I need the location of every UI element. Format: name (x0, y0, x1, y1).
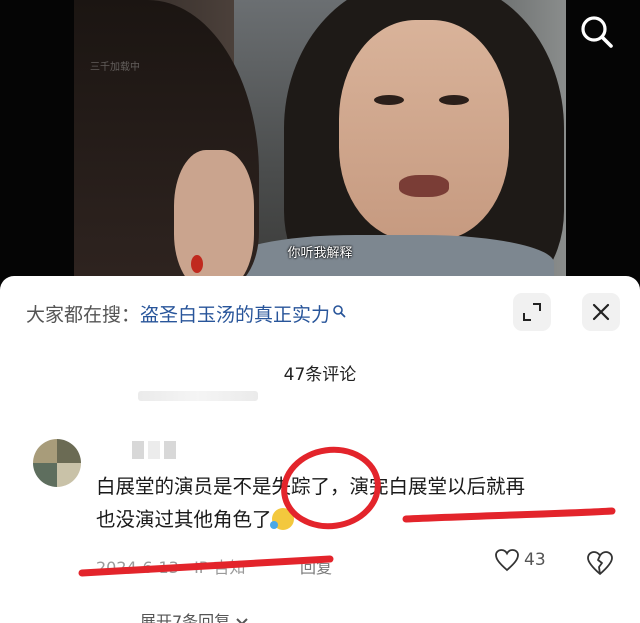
search-suggestion[interactable]: 大家都在搜： 盗圣白玉汤的真正实力 (26, 300, 346, 327)
comment-count: 47条评论 (283, 365, 357, 385)
comment-line-1: 白展堂的演员是不是失踪了，演完白展堂以后就再 (96, 475, 526, 498)
reply-button[interactable]: 回复 (300, 554, 332, 578)
like-button[interactable]: 43 (494, 548, 546, 572)
close-icon (592, 303, 610, 321)
comments-sheet: 大家都在搜： 盗圣白玉汤的真正实力 47条评论 白展堂的演员是不是失踪了，演完白… (0, 276, 640, 623)
comment-meta: 2024-6-13 · IP 吉知 (96, 558, 246, 577)
dislike-button[interactable] (586, 550, 614, 580)
broken-heart-icon (587, 551, 613, 575)
expand-replies-link[interactable]: 展开7条回复 (140, 608, 249, 623)
scrolled-text-remnant (138, 391, 258, 401)
expand-sheet-button[interactable] (513, 293, 551, 331)
search-suggestion-prefix: 大家都在搜： (26, 304, 141, 326)
avatar[interactable] (33, 439, 81, 487)
close-sheet-button[interactable] (582, 293, 620, 331)
expand-replies-label: 展开7条回复 (140, 612, 231, 623)
search-button[interactable] (577, 12, 617, 52)
search-suggestion-query[interactable]: 盗圣白玉汤的真正实力 (140, 300, 330, 327)
video-watermark: 三千加载中 (90, 62, 140, 73)
expand-icon (523, 303, 541, 321)
comment-line-2: 也没演过其他角色了 (96, 508, 272, 531)
chevron-down-icon (236, 618, 248, 623)
username-blurred[interactable] (132, 441, 182, 459)
emoji-icon (269, 508, 294, 530)
heart-icon (495, 549, 519, 572)
video-subtitle: 你听我解释 (287, 246, 353, 261)
like-count: 43 (524, 550, 546, 570)
small-search-icon (333, 304, 346, 317)
video-player[interactable]: 三千加载中 你听我解释 (0, 0, 640, 290)
comment-text: 白展堂的演员是不是失踪了，演完白展堂以后就再 也没演过其他角色了 (96, 470, 616, 536)
search-icon (581, 16, 613, 48)
